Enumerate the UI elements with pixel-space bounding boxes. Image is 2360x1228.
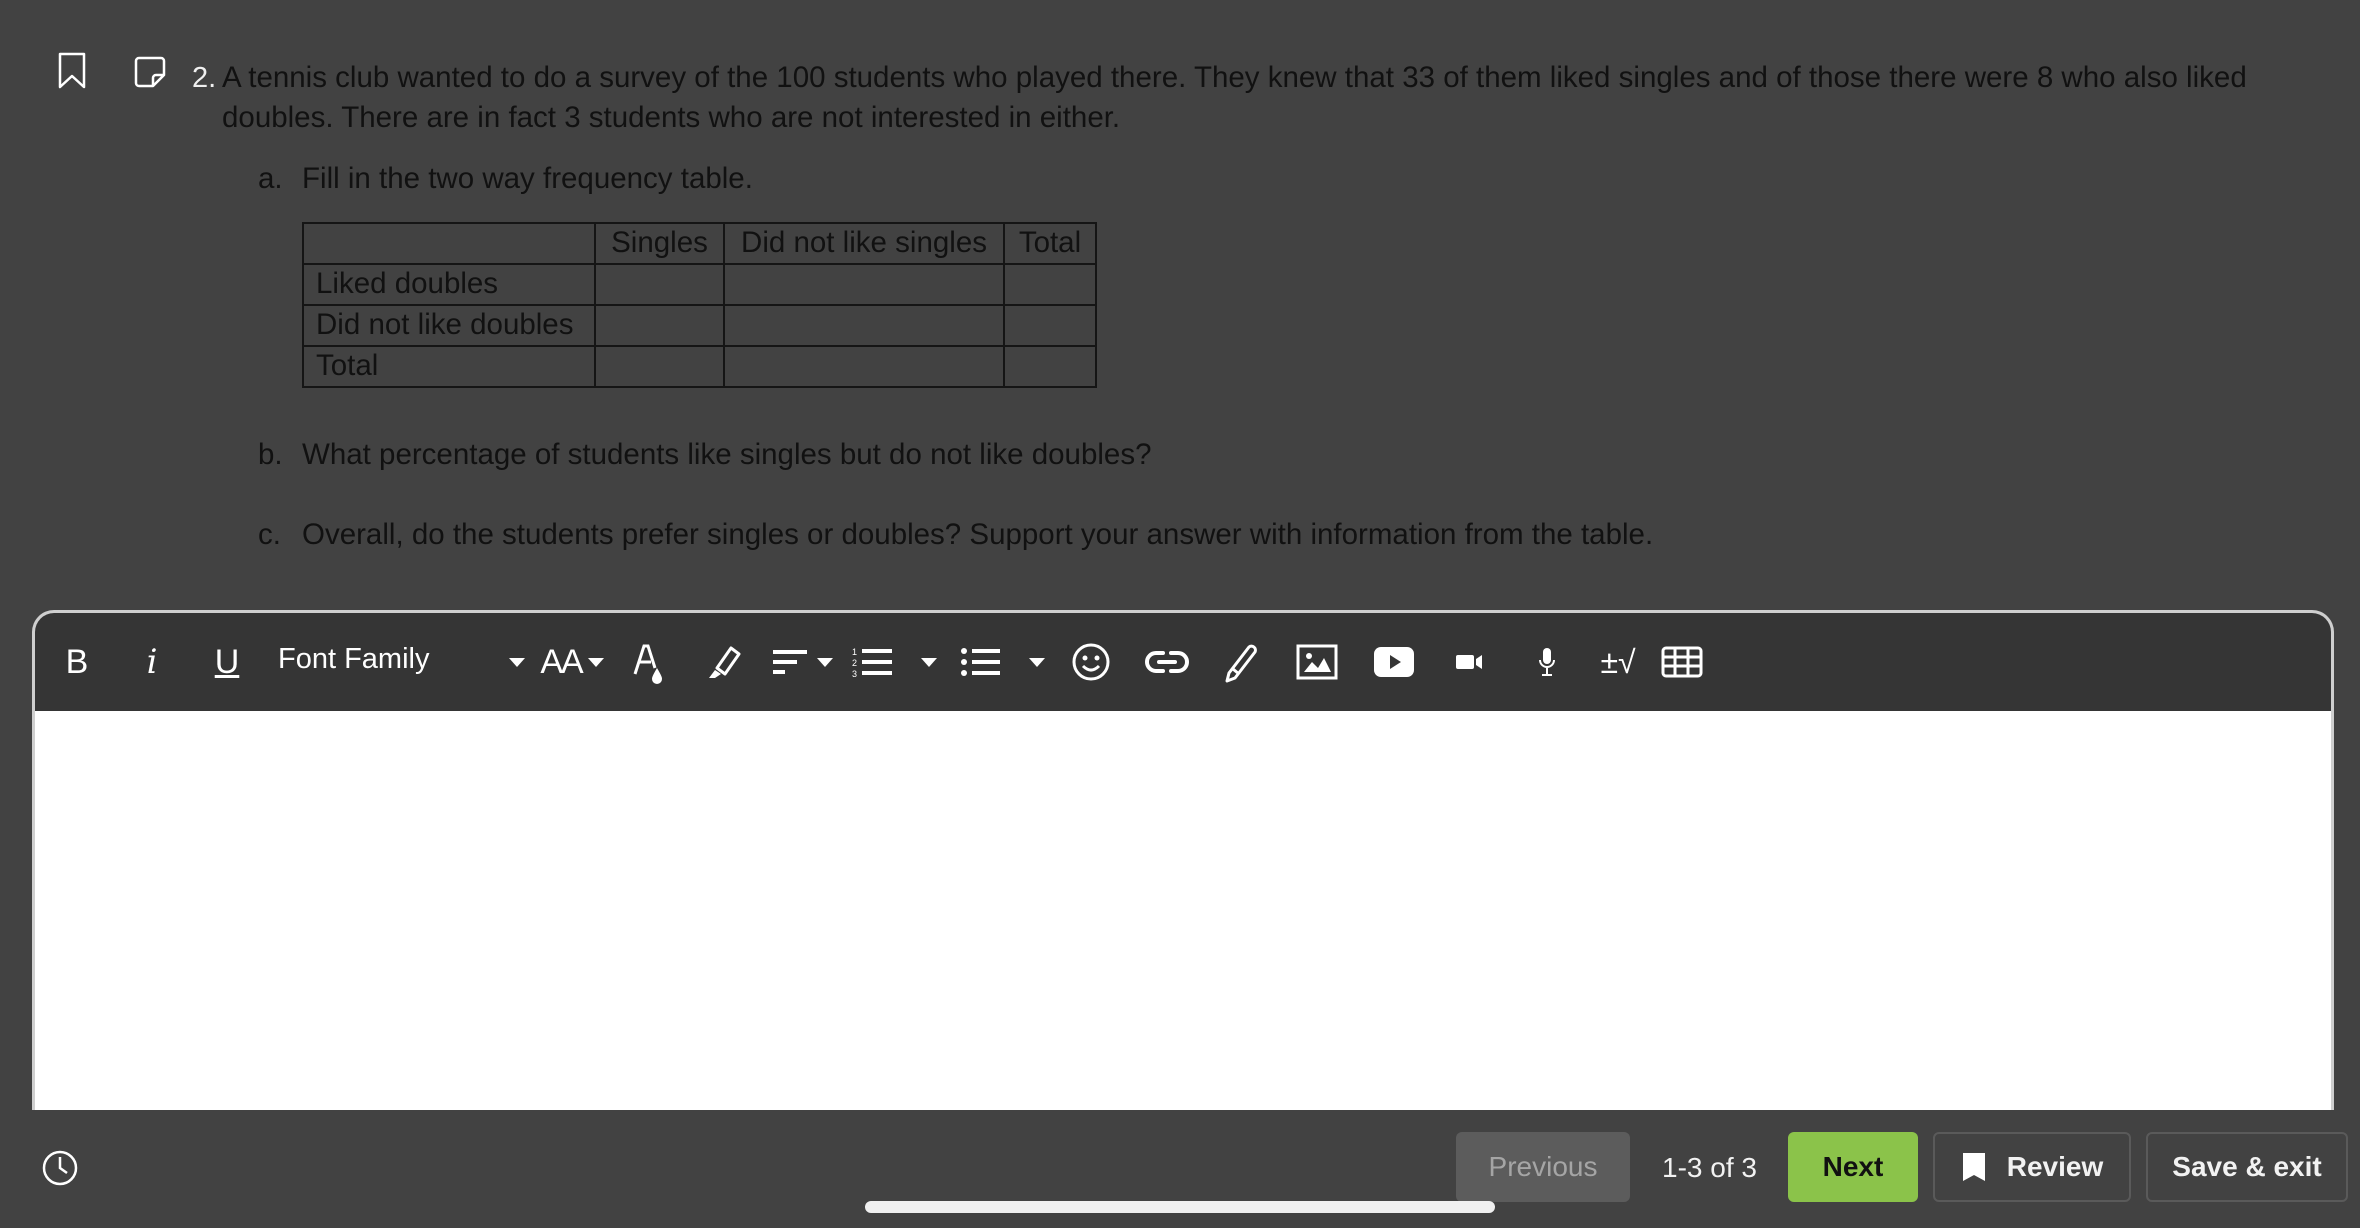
chevron-down-icon xyxy=(509,657,525,667)
chevron-down-icon xyxy=(817,657,833,667)
editor-toolbar: B i U Font Family AA 123 ±√ xyxy=(35,613,2331,711)
table-cell xyxy=(1003,304,1097,347)
svg-text:1: 1 xyxy=(852,647,857,657)
next-button[interactable]: Next xyxy=(1788,1132,1918,1202)
part-label: b. xyxy=(258,438,283,471)
table-cell xyxy=(594,263,725,306)
italic-button[interactable]: i xyxy=(135,637,169,687)
pencil-icon xyxy=(1225,644,1257,683)
underline-button[interactable]: U xyxy=(207,637,247,687)
insert-video-button[interactable] xyxy=(1371,637,1417,687)
numbered-list-dropdown[interactable] xyxy=(917,637,941,687)
row-label: Liked doubles xyxy=(302,263,596,306)
table-row: Liked doubles xyxy=(302,263,1097,306)
previous-button[interactable]: Previous xyxy=(1456,1132,1630,1202)
highlighter-icon xyxy=(709,646,741,678)
align-button[interactable] xyxy=(769,637,835,687)
chevron-down-icon xyxy=(921,657,937,667)
header-cell xyxy=(302,222,596,265)
question-number: 2. xyxy=(192,62,217,94)
image-icon xyxy=(1296,644,1338,680)
numbered-list-button[interactable]: 123 xyxy=(851,637,895,687)
review-label: Review xyxy=(2006,1151,2104,1182)
bullet-list-dropdown[interactable] xyxy=(1025,637,1049,687)
part-label: a. xyxy=(258,162,283,195)
bookmark-icon[interactable] xyxy=(52,50,92,92)
svg-text:2: 2 xyxy=(852,658,857,668)
table-cell xyxy=(723,345,1005,388)
row-label: Total xyxy=(302,345,596,388)
part-b: b. What percentage of students like singl… xyxy=(258,438,1151,472)
save-exit-button[interactable]: Save & exit xyxy=(2146,1132,2348,1202)
bullet-list-button[interactable] xyxy=(959,637,1003,687)
text-color-icon xyxy=(633,644,662,684)
math-equation-button[interactable]: ±√ xyxy=(1593,637,1643,687)
link-button[interactable] xyxy=(1143,637,1191,687)
insert-table-button[interactable] xyxy=(1659,637,1705,687)
emoji-icon xyxy=(1072,643,1110,681)
rich-text-editor: B i U Font Family AA 123 ±√ xyxy=(32,610,2334,1113)
font-family-select[interactable]: Font Family xyxy=(278,643,429,676)
table-cell xyxy=(723,304,1005,347)
font-size-button[interactable]: AA xyxy=(537,637,607,687)
emoji-button[interactable] xyxy=(1069,637,1113,687)
clock-icon xyxy=(42,1150,78,1186)
chevron-down-icon xyxy=(1029,657,1045,667)
sticky-note-icon[interactable] xyxy=(130,52,170,92)
text-color-button[interactable] xyxy=(627,637,671,687)
question-counter: 1-3 of 3 xyxy=(1662,1152,1757,1183)
table-cell xyxy=(723,263,1005,306)
row-label: Did not like doubles xyxy=(302,304,596,347)
insert-image-button[interactable] xyxy=(1295,637,1339,687)
header-cell: Did not like singles xyxy=(723,222,1005,265)
review-button[interactable]: Review xyxy=(1933,1132,2131,1202)
table-cell xyxy=(1003,263,1097,306)
link-icon xyxy=(1145,651,1189,673)
table-icon xyxy=(1661,646,1703,678)
header-cell: Singles xyxy=(594,222,725,265)
table-row: Did not like doubles xyxy=(302,304,1097,347)
record-video-button[interactable] xyxy=(1449,637,1489,687)
table-cell xyxy=(594,345,725,388)
font-family-dropdown[interactable] xyxy=(505,637,529,687)
chevron-down-icon xyxy=(587,657,604,667)
record-audio-button[interactable] xyxy=(1527,637,1567,687)
table-cell xyxy=(594,304,725,347)
bold-button[interactable]: B xyxy=(57,637,97,687)
table-cell xyxy=(1003,345,1097,388)
question-text: A tennis club wanted to do a survey of t… xyxy=(222,61,2247,134)
highlight-button[interactable] xyxy=(701,637,745,687)
header-cell: Total xyxy=(1003,222,1097,265)
part-a: a. Fill in the two way frequency table. xyxy=(258,162,753,196)
table-header-row: Singles Did not like singles Total xyxy=(302,222,1097,265)
horizontal-scrollbar[interactable] xyxy=(865,1201,1495,1213)
font-size-icon: AA xyxy=(540,642,583,681)
part-text: Fill in the two way frequency table. xyxy=(302,162,753,195)
part-c: c. Overall, do the students prefer single… xyxy=(258,518,1653,552)
part-text: Overall, do the students prefer singles … xyxy=(302,518,1654,551)
table-row: Total xyxy=(302,345,1097,388)
video-camera-icon xyxy=(1456,655,1482,669)
part-text: What percentage of students like singles… xyxy=(302,438,1152,471)
numbered-list-icon: 123 xyxy=(852,647,892,678)
align-left-icon xyxy=(773,650,807,674)
answer-text-area[interactable] xyxy=(35,711,2331,1113)
microphone-icon xyxy=(1539,648,1555,676)
youtube-icon xyxy=(1374,647,1414,677)
history-button[interactable] xyxy=(38,1146,82,1190)
svg-text:3: 3 xyxy=(852,669,857,678)
bullet-list-icon xyxy=(961,648,1000,676)
part-label: c. xyxy=(258,518,281,551)
bookmark-icon xyxy=(1962,1153,1985,1181)
draw-button[interactable] xyxy=(1219,637,1263,687)
frequency-table: Singles Did not like singles Total Liked… xyxy=(302,222,1097,388)
